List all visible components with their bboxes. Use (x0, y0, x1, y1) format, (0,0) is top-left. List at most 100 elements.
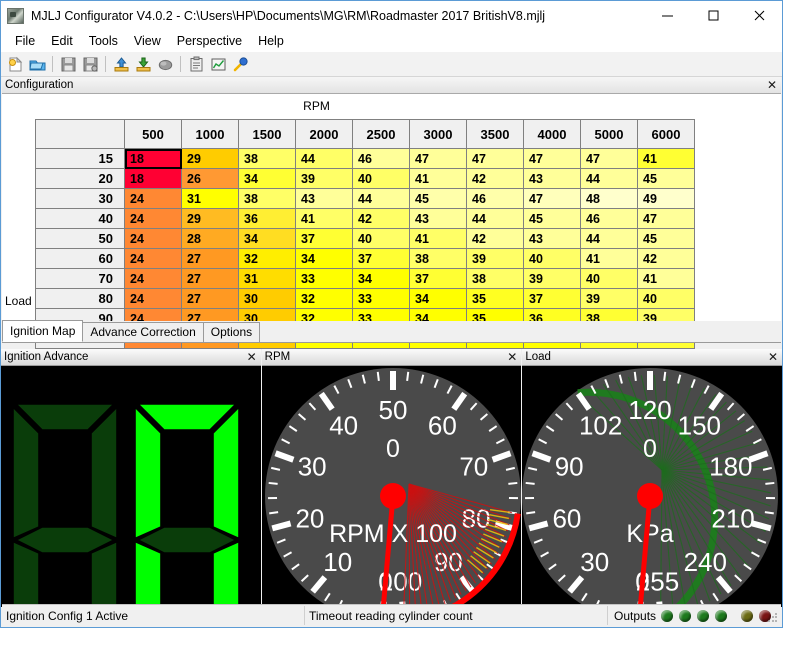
map-cell[interactable]: 45 (523, 208, 581, 229)
map-cell[interactable]: 44 (352, 188, 410, 209)
connect-icon[interactable] (154, 53, 176, 75)
map-cell[interactable]: 29 (181, 208, 239, 229)
map-cell[interactable]: 42 (352, 208, 410, 229)
download-icon[interactable] (132, 53, 154, 75)
map-cell[interactable]: 44 (295, 148, 353, 169)
map-cell[interactable]: 44 (580, 228, 638, 249)
map-cell[interactable]: 38 (409, 248, 467, 269)
map-cell[interactable]: 26 (181, 168, 239, 189)
save-icon[interactable] (57, 53, 79, 75)
map-cell[interactable]: 41 (637, 148, 695, 169)
tab-advance-correction[interactable]: Advance Correction (82, 322, 204, 342)
table-row[interactable]: 30 24 31 38 43 44 45 46 47 48 49 (35, 188, 695, 209)
map-cell[interactable]: 40 (637, 288, 695, 309)
map-cell[interactable]: 41 (409, 168, 467, 189)
map-cell[interactable]: 24 (124, 188, 182, 209)
map-cell[interactable]: 39 (580, 288, 638, 309)
map-cell[interactable]: 37 (523, 288, 581, 309)
map-cell[interactable]: 37 (352, 248, 410, 269)
map-cell[interactable]: 32 (295, 288, 353, 309)
menu-item-edit[interactable]: Edit (43, 32, 81, 51)
map-cell[interactable]: 49 (637, 188, 695, 209)
map-cell[interactable]: 31 (238, 268, 296, 289)
map-cell[interactable]: 47 (580, 148, 638, 169)
table-row[interactable]: 40 24 29 36 41 42 43 44 45 46 47 (35, 208, 695, 229)
map-cell[interactable]: 39 (466, 248, 524, 269)
map-cell[interactable]: 37 (409, 268, 467, 289)
wrench-icon[interactable] (229, 53, 251, 75)
map-cell[interactable]: 24 (124, 228, 182, 249)
map-cell[interactable]: 38 (238, 148, 296, 169)
map-cell[interactable]: 39 (523, 268, 581, 289)
map-cell[interactable]: 42 (637, 248, 695, 269)
map-cell[interactable]: 41 (295, 208, 353, 229)
map-cell[interactable]: 39 (295, 168, 353, 189)
table-row[interactable]: 60 24 27 32 34 37 38 39 40 41 42 (35, 248, 695, 269)
map-cell[interactable]: 40 (580, 268, 638, 289)
map-cell[interactable]: 18 (124, 148, 182, 169)
map-cell[interactable]: 30 (238, 288, 296, 309)
map-cell[interactable]: 34 (295, 248, 353, 269)
table-row[interactable]: 15 18 29 38 44 46 47 47 47 47 41 (35, 148, 695, 169)
map-cell[interactable]: 32 (238, 248, 296, 269)
map-cell[interactable]: 34 (238, 228, 296, 249)
close-icon[interactable]: ✕ (507, 349, 517, 365)
minimize-button[interactable] (644, 1, 690, 30)
map-cell[interactable]: 45 (637, 228, 695, 249)
map-cell[interactable]: 24 (124, 208, 182, 229)
map-cell[interactable]: 36 (238, 208, 296, 229)
map-cell[interactable]: 43 (523, 228, 581, 249)
map-cell[interactable]: 40 (523, 248, 581, 269)
map-cell[interactable]: 27 (181, 288, 239, 309)
map-cell[interactable]: 33 (352, 288, 410, 309)
table-row[interactable]: 50 24 28 34 37 40 41 42 43 44 45 (35, 228, 695, 249)
map-cell[interactable]: 31 (181, 188, 239, 209)
table-row[interactable]: 80 24 27 30 32 33 34 35 37 39 40 (35, 288, 695, 309)
map-cell[interactable]: 38 (466, 268, 524, 289)
menu-item-view[interactable]: View (126, 32, 169, 51)
map-cell[interactable]: 34 (238, 168, 296, 189)
close-icon[interactable]: ✕ (767, 77, 777, 93)
map-cell[interactable]: 47 (523, 188, 581, 209)
maximize-button[interactable] (690, 1, 736, 30)
close-icon[interactable]: ✕ (247, 349, 257, 365)
save-as-icon[interactable] (79, 53, 101, 75)
chart-icon[interactable] (207, 53, 229, 75)
close-button[interactable] (736, 1, 782, 30)
map-cell[interactable]: 41 (580, 248, 638, 269)
map-cell[interactable]: 34 (409, 288, 467, 309)
map-cell[interactable]: 27 (181, 248, 239, 269)
map-cell[interactable]: 43 (523, 168, 581, 189)
map-cell[interactable]: 44 (466, 208, 524, 229)
map-cell[interactable]: 24 (124, 268, 182, 289)
clipboard-icon[interactable] (185, 53, 207, 75)
map-cell[interactable]: 42 (466, 228, 524, 249)
rpm-gauge-dial[interactable]: 0102030405060708090100 0 RPM X 100 (261, 366, 522, 607)
map-cell[interactable]: 43 (295, 188, 353, 209)
map-cell[interactable]: 40 (352, 228, 410, 249)
map-cell[interactable]: 47 (466, 148, 524, 169)
map-cell[interactable]: 46 (466, 188, 524, 209)
tab-ignition-map[interactable]: Ignition Map (2, 320, 84, 342)
open-folder-icon[interactable] (26, 53, 48, 75)
map-cell[interactable]: 33 (295, 268, 353, 289)
map-cell[interactable]: 43 (409, 208, 467, 229)
map-cell[interactable]: 47 (637, 208, 695, 229)
map-cell[interactable]: 46 (352, 148, 410, 169)
menu-item-tools[interactable]: Tools (81, 32, 126, 51)
menu-item-help[interactable]: Help (250, 32, 292, 51)
table-row[interactable]: 70 24 27 31 33 34 37 38 39 40 41 (35, 268, 695, 289)
map-cell[interactable]: 24 (124, 248, 182, 269)
map-cell[interactable]: 47 (409, 148, 467, 169)
close-icon[interactable]: ✕ (768, 349, 778, 365)
tab-options[interactable]: Options (202, 322, 261, 342)
map-cell[interactable]: 44 (580, 168, 638, 189)
table-row[interactable]: 20 18 26 34 39 40 41 42 43 44 45 (35, 168, 695, 189)
ignition-map-table[interactable]: 500 1000 1500 2000 2500 3000 3500 4000 5000 6000 … (35, 119, 695, 349)
map-cell[interactable]: 18 (124, 168, 182, 189)
load-gauge-dial[interactable]: 0306090102120150180210240255 0 KPa (522, 366, 783, 607)
map-cell[interactable]: 28 (181, 228, 239, 249)
map-cell[interactable]: 41 (409, 228, 467, 249)
map-cell[interactable]: 35 (466, 288, 524, 309)
resize-grip[interactable] (767, 612, 779, 624)
